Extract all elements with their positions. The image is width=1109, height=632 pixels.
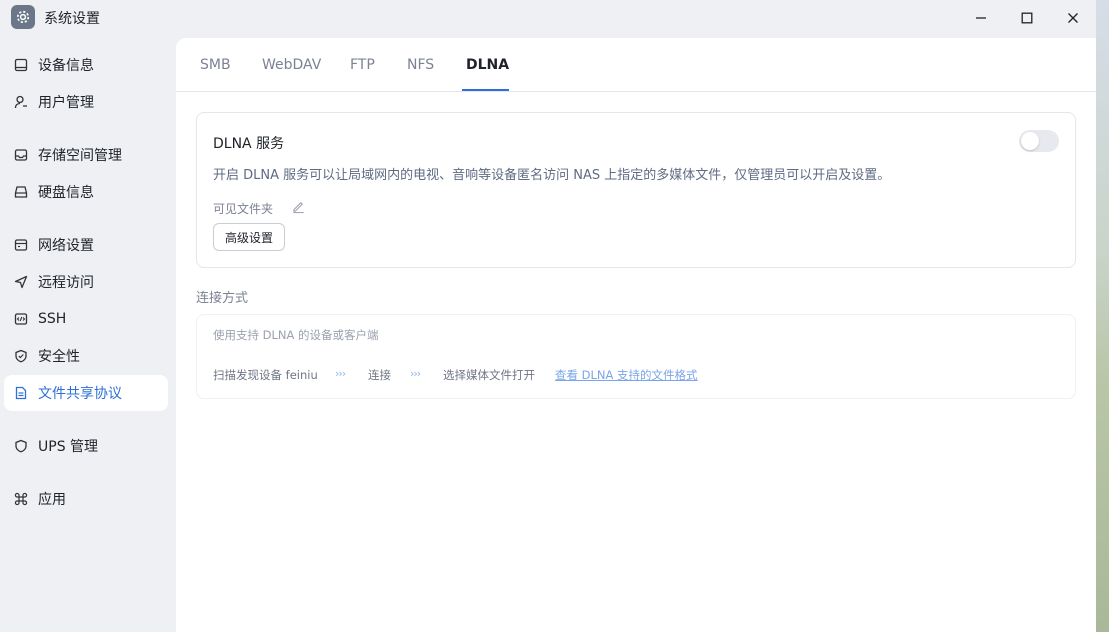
close-button[interactable] xyxy=(1062,7,1084,29)
step-arrow: ››› xyxy=(410,367,421,380)
supported-formats-link[interactable]: 查看 DLNA 支持的文件格式 xyxy=(555,367,698,383)
sidebar-item-label: 存储空间管理 xyxy=(38,148,122,164)
edit-icon[interactable] xyxy=(291,199,307,215)
device-icon xyxy=(13,57,29,73)
maximize-icon xyxy=(1021,12,1033,24)
desktop-background-strip xyxy=(1096,0,1109,632)
minimize-icon xyxy=(976,17,986,19)
tab-webdav[interactable]: WebDAV xyxy=(262,57,321,73)
connection-subtitle: 使用支持 DLNA 的设备或客户端 xyxy=(213,328,379,342)
dlna-service-title: DLNA 服务 xyxy=(213,136,285,152)
step-arrow: ››› xyxy=(335,367,346,380)
step-scan: 扫描发现设备 feiniu xyxy=(213,368,318,382)
shield-icon xyxy=(13,438,29,454)
active-tab-indicator xyxy=(462,89,509,91)
sidebar-item-label: 安全性 xyxy=(38,349,80,365)
shield-check-icon xyxy=(13,348,29,364)
sidebar-item-label: 应用 xyxy=(38,492,66,508)
tab-smb[interactable]: SMB xyxy=(200,57,231,73)
step-connect: 连接 xyxy=(368,368,391,382)
send-icon xyxy=(13,274,29,290)
sidebar-item-label: 用户管理 xyxy=(38,95,94,111)
sidebar-item-label: 硬盘信息 xyxy=(38,185,94,201)
toggle-knob xyxy=(1021,132,1039,150)
sidebar-item-user-management[interactable]: 用户管理 xyxy=(4,84,168,120)
sidebar-item-label: 文件共享协议 xyxy=(38,386,122,402)
close-icon xyxy=(1068,13,1078,23)
sidebar-item-storage[interactable]: 存储空间管理 xyxy=(4,137,168,173)
document-icon xyxy=(13,385,29,401)
dlna-service-card: DLNA 服务 开启 DLNA 服务可以让局域网内的电视、音响等设备匿名访问 N… xyxy=(196,112,1076,268)
code-icon xyxy=(13,311,29,327)
sidebar-item-label: UPS 管理 xyxy=(38,439,99,455)
minimize-button[interactable] xyxy=(970,7,992,29)
sidebar-item-ssh[interactable]: SSH xyxy=(4,301,168,337)
advanced-settings-button[interactable]: 高级设置 xyxy=(213,223,285,251)
window-title: 系统设置 xyxy=(44,11,100,27)
sidebar-item-file-sharing[interactable]: 文件共享协议 xyxy=(4,375,168,411)
sidebar-item-label: 网络设置 xyxy=(38,238,94,254)
disk-icon xyxy=(13,184,29,200)
user-icon xyxy=(13,94,29,110)
sidebar: 设备信息 用户管理 存储空间管理 硬盘信息 网络设置 远程访问 SSH 安全性 … xyxy=(0,38,176,632)
protocol-tabs: SMB WebDAV FTP NFS DLNA xyxy=(176,38,1096,92)
tab-nfs[interactable]: NFS xyxy=(407,57,434,73)
maximize-button[interactable] xyxy=(1016,7,1038,29)
network-icon xyxy=(13,237,29,253)
sidebar-item-label: SSH xyxy=(38,311,67,327)
gear-icon xyxy=(11,5,35,29)
sidebar-item-remote-access[interactable]: 远程访问 xyxy=(4,264,168,300)
step-open-media: 选择媒体文件打开 xyxy=(443,368,535,382)
tab-ftp[interactable]: FTP xyxy=(350,57,375,73)
storage-icon xyxy=(13,147,29,163)
connection-section-title: 连接方式 xyxy=(196,291,249,306)
sidebar-item-label: 设备信息 xyxy=(38,58,94,74)
sidebar-item-disk-info[interactable]: 硬盘信息 xyxy=(4,174,168,210)
dlna-service-toggle[interactable] xyxy=(1019,130,1059,152)
sidebar-item-apps[interactable]: 应用 xyxy=(4,481,168,517)
command-icon xyxy=(13,491,29,507)
dlna-service-description: 开启 DLNA 服务可以让局域网内的电视、音响等设备匿名访问 NAS 上指定的多… xyxy=(213,168,891,183)
title-bar: 系统设置 xyxy=(0,0,1096,38)
connection-box: 使用支持 DLNA 的设备或客户端 扫描发现设备 feiniu ››› 连接 ›… xyxy=(196,314,1076,399)
sidebar-item-security[interactable]: 安全性 xyxy=(4,338,168,374)
sidebar-item-device-info[interactable]: 设备信息 xyxy=(4,47,168,83)
main-panel: SMB WebDAV FTP NFS DLNA DLNA 服务 开启 DLNA … xyxy=(176,38,1096,632)
sidebar-item-label: 远程访问 xyxy=(38,275,94,291)
visible-folder-label: 可见文件夹 xyxy=(213,202,274,216)
sidebar-item-ups[interactable]: UPS 管理 xyxy=(4,428,168,464)
sidebar-item-network[interactable]: 网络设置 xyxy=(4,227,168,263)
tab-dlna[interactable]: DLNA xyxy=(466,57,509,73)
